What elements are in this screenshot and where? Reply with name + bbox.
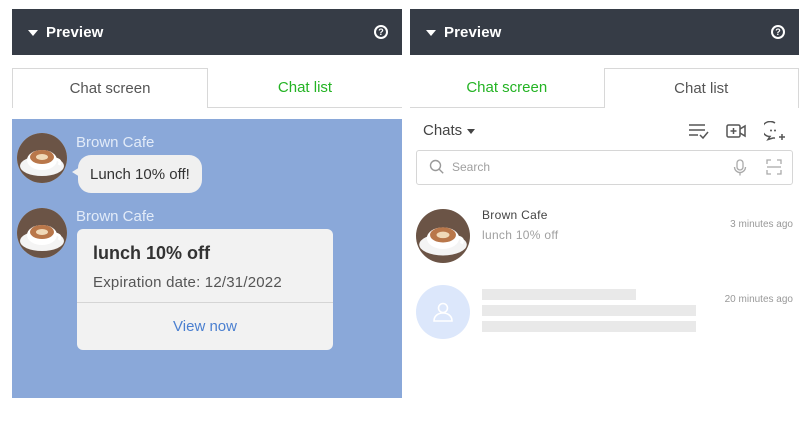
message-bubble: Lunch 10% off! — [72, 155, 202, 193]
preview-title: Preview — [46, 23, 104, 41]
help-icon[interactable]: ? — [771, 25, 785, 39]
card-expiration: Expiration date: 12/31/2022 — [93, 274, 282, 291]
brown-cafe-avatar — [17, 133, 67, 183]
sender-name: Brown Cafe — [76, 134, 155, 151]
chat-timestamp: 20 minutes ago — [724, 294, 793, 305]
chats-dropdown-label: Chats — [423, 122, 463, 139]
tab-chat-screen[interactable]: Chat screen — [410, 68, 604, 108]
brown-cafe-avatar — [17, 208, 67, 258]
video-plus-icon[interactable] — [725, 121, 747, 141]
brown-cafe-avatar — [416, 209, 470, 263]
help-icon[interactable]: ? — [374, 25, 388, 39]
chat-last-message: lunch 10% off — [482, 228, 559, 242]
microphone-icon[interactable] — [732, 159, 748, 177]
chat-search-field[interactable] — [416, 150, 793, 185]
chat-name: Brown Cafe — [482, 208, 548, 222]
placeholder-bar — [482, 305, 696, 316]
card-title: lunch 10% off — [93, 243, 211, 263]
scan-icon[interactable] — [766, 159, 782, 175]
view-now-button[interactable]: View now — [77, 303, 333, 349]
dropdown-arrow-icon — [467, 129, 476, 134]
tab-chat-screen[interactable]: Chat screen — [12, 68, 208, 108]
chat-timestamp: 3 minutes ago — [730, 219, 793, 230]
collapse-caret-icon[interactable] — [426, 29, 436, 36]
search-icon — [429, 159, 444, 174]
preview-header[interactable]: Preview ? — [12, 9, 402, 55]
default-avatar — [416, 285, 470, 339]
preview-panel-chat-screen: Preview ? Chat screen Chat list Brown Ca… — [12, 9, 402, 399]
preview-title: Preview — [444, 23, 502, 41]
sort-check-icon[interactable] — [687, 121, 709, 141]
collapse-caret-icon[interactable] — [28, 29, 38, 36]
person-icon — [433, 302, 453, 322]
chat-screen-area: Brown Cafe Lunch 10% off! Brown Cafe lun… — [12, 119, 402, 398]
chat-list-toolbar: Chats — [410, 119, 799, 145]
preview-tabs: Chat screen Chat list — [12, 68, 402, 108]
placeholder-bar — [482, 321, 696, 332]
chats-dropdown[interactable]: Chats — [423, 122, 476, 139]
search-input[interactable] — [452, 160, 712, 174]
sender-name: Brown Cafe — [76, 208, 155, 225]
preview-tabs: Chat screen Chat list — [410, 68, 799, 108]
preview-header[interactable]: Preview ? — [410, 9, 799, 55]
coffee-cup-icon — [416, 209, 470, 263]
coupon-card: lunch 10% off Expiration date: 12/31/202… — [77, 229, 333, 350]
coffee-cup-icon — [17, 208, 67, 258]
chat-plus-icon[interactable] — [764, 121, 786, 141]
tab-chat-list[interactable]: Chat list — [208, 68, 402, 108]
tab-chat-list[interactable]: Chat list — [603, 68, 799, 108]
coffee-cup-icon — [17, 133, 67, 183]
preview-panel-chat-list: Preview ? Chat screen Chat list Chats Se… — [410, 9, 799, 399]
placeholder-bar — [482, 289, 636, 300]
